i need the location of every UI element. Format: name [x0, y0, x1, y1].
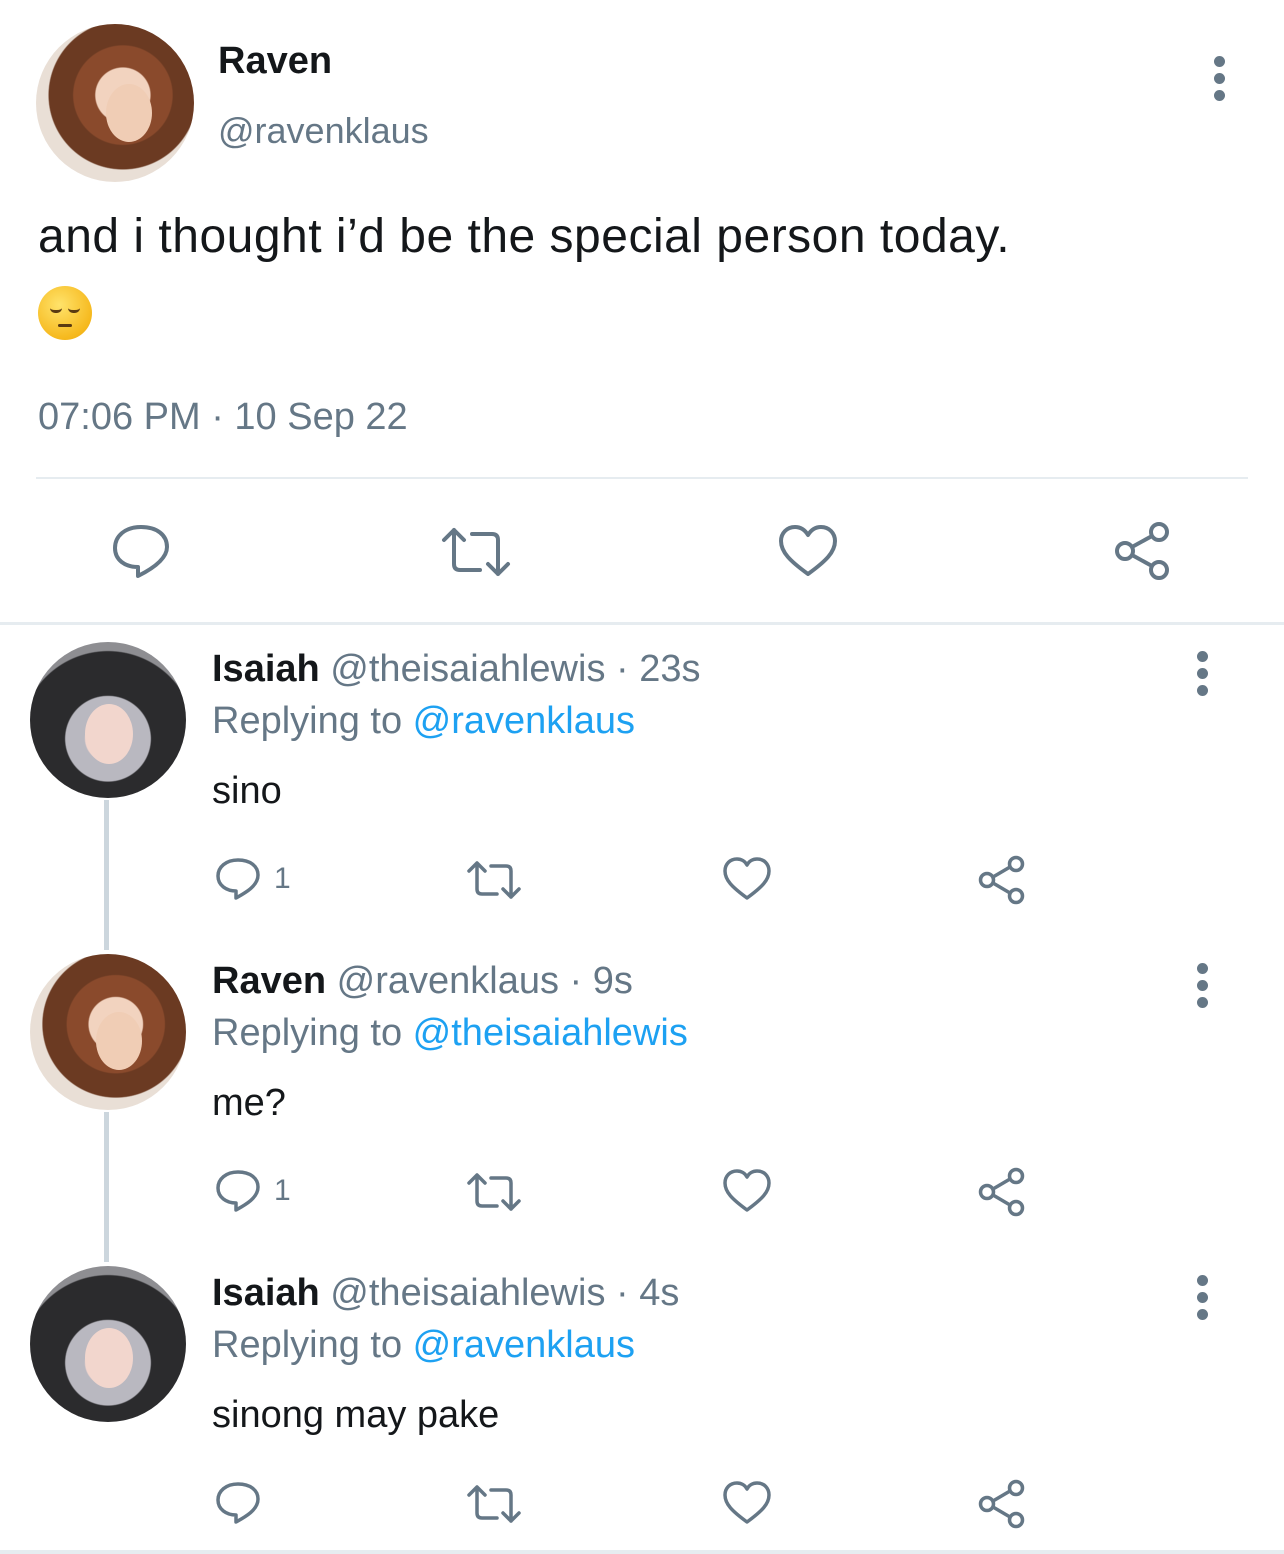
replying-to-label: Replying to: [212, 1324, 413, 1366]
reply-icon[interactable]: [214, 1480, 262, 1526]
like-icon[interactable]: [722, 1168, 772, 1214]
author-name[interactable]: Raven: [218, 40, 332, 83]
more-options-icon[interactable]: [1197, 963, 1209, 1014]
author-name[interactable]: Isaiah: [212, 1272, 320, 1314]
reply-header: Raven @ravenklaus · 9s: [212, 960, 633, 1003]
reply-time: · 23s: [616, 648, 701, 690]
avatar-face: [106, 84, 152, 142]
replying-to: Replying to @ravenklaus: [212, 700, 635, 743]
replying-to-link[interactable]: @ravenklaus: [413, 1324, 635, 1366]
avatar[interactable]: [30, 1266, 186, 1422]
author-handle[interactable]: @theisaiahlewis: [330, 1272, 605, 1314]
more-options-icon[interactable]: [1197, 651, 1209, 702]
like-icon[interactable]: [722, 1480, 772, 1526]
thread-line: [104, 1112, 109, 1262]
like-icon[interactable]: [778, 524, 838, 578]
avatar[interactable]: [30, 954, 186, 1110]
reply-text: sino: [212, 770, 282, 812]
reply-time: · 9s: [569, 960, 633, 1002]
author-name[interactable]: Isaiah: [212, 648, 320, 690]
retweet-icon[interactable]: [466, 1172, 522, 1212]
reply-text: me?: [212, 1082, 286, 1124]
author-name[interactable]: Raven: [212, 960, 326, 1002]
avatar[interactable]: [30, 642, 186, 798]
avatar-face: [85, 704, 133, 764]
more-options-icon[interactable]: [1197, 1275, 1209, 1326]
reply-icon[interactable]: [214, 856, 262, 902]
thread-line: [104, 800, 109, 950]
pensive-face-emoji: [38, 286, 92, 340]
like-icon[interactable]: [722, 856, 772, 902]
retweet-icon[interactable]: [466, 1484, 522, 1524]
reply-icon[interactable]: [214, 1168, 262, 1214]
more-options-icon[interactable]: [1214, 56, 1226, 107]
author-handle[interactable]: @theisaiahlewis: [330, 648, 605, 690]
avatar[interactable]: [36, 24, 194, 182]
divider: [0, 1550, 1284, 1554]
replying-to: Replying to @ravenklaus: [212, 1324, 635, 1367]
reply-icon[interactable]: [110, 522, 172, 580]
divider: [36, 477, 1248, 479]
reply-count: 1: [274, 862, 291, 895]
avatar-face: [85, 1328, 133, 1388]
replying-to-label: Replying to: [212, 700, 413, 742]
tweet-text: and i thought i’d be the special person …: [38, 210, 1011, 263]
share-icon[interactable]: [976, 1478, 1028, 1530]
share-icon[interactable]: [976, 854, 1028, 906]
replying-to: Replying to @theisaiahlewis: [212, 1012, 688, 1055]
replying-to-link[interactable]: @ravenklaus: [413, 700, 635, 742]
reply-count: 1: [274, 1174, 291, 1207]
avatar-face: [96, 1012, 142, 1070]
reply-time: · 4s: [616, 1272, 680, 1314]
tweet-timestamp: 07:06 PM · 10 Sep 22: [38, 396, 408, 438]
share-icon[interactable]: [976, 1166, 1028, 1218]
retweet-icon[interactable]: [466, 860, 522, 900]
reply-text: sinong may pake: [212, 1394, 500, 1436]
share-icon[interactable]: [1112, 520, 1174, 582]
replying-to-label: Replying to: [212, 1012, 413, 1054]
replying-to-link[interactable]: @theisaiahlewis: [413, 1012, 688, 1054]
reply-header: Isaiah @theisaiahlewis · 23s: [212, 648, 701, 691]
divider: [0, 622, 1284, 625]
author-handle[interactable]: @ravenklaus: [218, 110, 429, 152]
retweet-icon[interactable]: [440, 526, 512, 578]
reply-header: Isaiah @theisaiahlewis · 4s: [212, 1272, 679, 1315]
author-handle[interactable]: @ravenklaus: [337, 960, 559, 1002]
